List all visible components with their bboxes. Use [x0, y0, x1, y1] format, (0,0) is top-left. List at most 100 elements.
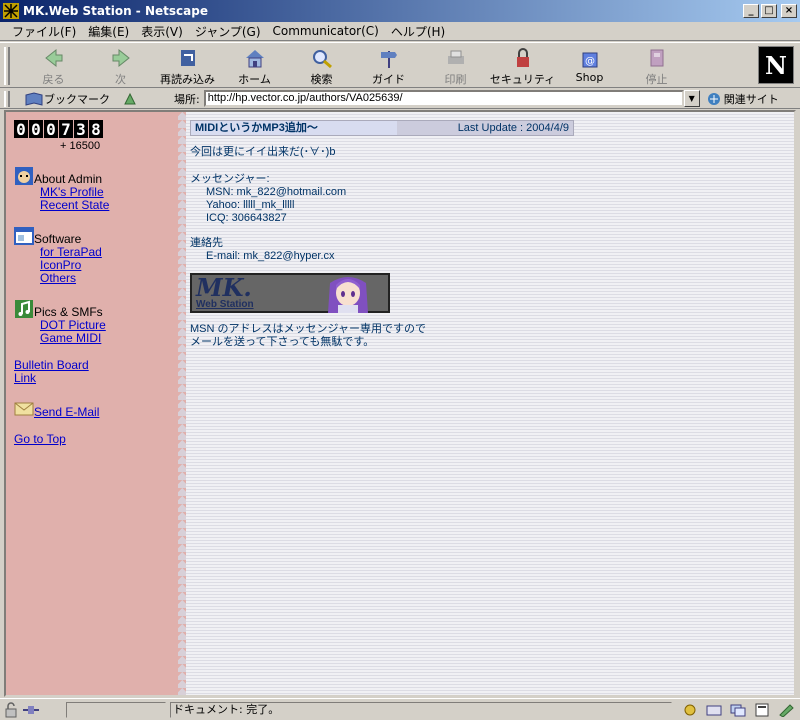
nav-section-title: About Admin: [34, 172, 103, 186]
guide-icon: [380, 51, 397, 68]
mail-icon[interactable]: [705, 703, 723, 717]
news-header: MIDIというかMP3追加～ Last Update : 2004/4/9: [190, 120, 574, 136]
email-address: E-mail: mk_822@hyper.cx: [206, 250, 335, 262]
security-button[interactable]: セキュリティ: [489, 43, 556, 87]
nav-section-title: Software: [34, 232, 82, 246]
anime-girl-image: [328, 277, 368, 313]
site-banner[interactable]: MK. Web Station: [190, 273, 390, 313]
location-bar: ブックマーク 場所: http://hp.vector.co.jp/author…: [0, 89, 800, 109]
location-label: 場所:: [174, 92, 200, 106]
url-dropdown-button[interactable]: ▼: [683, 90, 700, 107]
admin-face-icon: [15, 167, 33, 185]
banner-subtitle: Web Station: [196, 299, 254, 310]
search-label: 検索: [310, 73, 333, 86]
related-sites-button[interactable]: 関連サイト: [706, 91, 779, 107]
lock-icon: [516, 48, 529, 67]
nav-section-pics: Pics & SMFs DOT Picture Game MIDI: [14, 299, 172, 345]
progress-bar: [66, 701, 166, 718]
icq-number: ICQ: 306643827: [206, 212, 287, 224]
shop-bag-icon: @: [582, 52, 597, 68]
reload-icon: [180, 50, 195, 66]
related-sites-label: 関連サイト: [723, 92, 779, 106]
navigator-icon[interactable]: [681, 703, 699, 717]
close-button[interactable]: ×: [781, 4, 797, 18]
connection-status-icon[interactable]: [22, 702, 40, 718]
counter-digit: 7: [59, 120, 73, 139]
security-lock-status-icon[interactable]: [2, 701, 20, 718]
address-book-icon[interactable]: [753, 703, 771, 717]
menu-view[interactable]: 表示(V): [135, 23, 189, 40]
menu-edit[interactable]: 編集(E): [82, 23, 135, 40]
menu-help[interactable]: ヘルプ(H): [385, 23, 451, 40]
search-icon: [312, 50, 332, 69]
counter-digit: 3: [74, 120, 88, 139]
counter-digit: 8: [89, 120, 103, 139]
security-label: セキュリティ: [489, 73, 556, 86]
sidebar: 0 0 0 7 3 8 + 16500 About Admin MK's Pro…: [6, 112, 186, 695]
toolbar-grip[interactable]: [4, 47, 10, 85]
bookmark-button[interactable]: ブックマーク: [24, 91, 110, 107]
access-counter: 0 0 0 7 3 8: [14, 120, 172, 139]
stop-icon: [650, 49, 663, 67]
url-input[interactable]: http://hp.vector.co.jp/authors/VA025639/: [203, 90, 684, 107]
menu-bar: ファイル(F) 編集(E) 表示(V) ジャンプ(G) Communicator…: [0, 22, 800, 41]
news-body: 今回は更にイイ出来だ(･∀･)b: [190, 146, 336, 158]
svg-text:@: @: [585, 56, 595, 67]
search-button[interactable]: 検索: [288, 43, 355, 87]
stop-button[interactable]: 停止: [623, 43, 690, 87]
guide-button[interactable]: ガイド: [355, 43, 422, 87]
related-sites-icon: [707, 92, 720, 105]
status-text: ドキュメント: 完了。: [170, 701, 672, 718]
link-send-email[interactable]: Send E-Mail: [34, 406, 99, 419]
link-game-midi[interactable]: Game MIDI: [40, 332, 172, 345]
contact-label: 連絡先: [190, 237, 223, 249]
counter-digit: 0: [29, 120, 43, 139]
window-title: MK.Web Station - Netscape: [23, 4, 208, 18]
status-bar: ドキュメント: 完了。: [0, 698, 800, 720]
location-grip[interactable]: [4, 90, 10, 107]
counter-digit: 0: [14, 120, 28, 139]
bookmark-icon: [25, 91, 43, 106]
shop-label: Shop: [575, 71, 604, 84]
link-bulletin-board[interactable]: Bulletin Board: [14, 359, 172, 372]
print-label: 印刷: [444, 73, 467, 86]
messenger-label: メッセンジャー:: [190, 173, 270, 185]
main-content: MIDIというかMP3追加～ Last Update : 2004/4/9 今回…: [180, 112, 794, 695]
composer-icon[interactable]: [777, 703, 795, 717]
note-line-2: メールを送って下さっても無駄です。: [190, 336, 375, 348]
envelope-icon: [14, 402, 34, 416]
nav-section-mail: Send E-Mail: [14, 399, 172, 419]
reload-button[interactable]: 再読み込み: [154, 43, 221, 87]
note-line-1: MSN のアドレスはメッセンジャー専用ですので: [190, 323, 426, 335]
link-recent-state[interactable]: Recent State: [40, 199, 172, 212]
forward-arrow-icon: [112, 48, 130, 68]
counter-offset: + 16500: [60, 140, 101, 152]
forward-button[interactable]: 次: [87, 43, 154, 87]
minimize-button[interactable]: _: [743, 4, 759, 18]
newsgroup-icon[interactable]: [729, 703, 747, 717]
shop-button[interactable]: @ Shop: [556, 43, 623, 87]
menu-communicator[interactable]: Communicator(C): [267, 24, 385, 38]
music-note-icon: [15, 300, 33, 318]
link-link[interactable]: Link: [14, 372, 172, 385]
home-button[interactable]: ホーム: [221, 43, 288, 87]
link-go-to-top[interactable]: Go to Top: [14, 433, 172, 446]
page-viewport[interactable]: 0 0 0 7 3 8 + 16500 About Admin MK's Pro…: [4, 110, 796, 697]
last-update: Last Update : 2004/4/9: [397, 121, 573, 135]
menu-go[interactable]: ジャンプ(G): [189, 23, 267, 40]
nav-section-title: Pics & SMFs: [34, 305, 103, 319]
menu-file[interactable]: ファイル(F): [6, 23, 82, 40]
back-arrow-icon: [44, 48, 62, 68]
print-button[interactable]: 印刷: [422, 43, 489, 87]
back-label: 戻る: [42, 73, 65, 86]
back-button[interactable]: 戻る: [20, 43, 87, 87]
page-proxy-icon[interactable]: [122, 91, 138, 107]
guide-label: ガイド: [372, 73, 405, 86]
maximize-button[interactable]: □: [761, 4, 777, 18]
nav-section-top: Go to Top: [14, 433, 172, 446]
link-others[interactable]: Others: [40, 272, 172, 285]
netscape-logo[interactable]: N: [758, 46, 794, 84]
printer-icon: [447, 50, 464, 64]
reload-label: 再読み込み: [160, 73, 215, 86]
netscape-app-icon: [3, 3, 19, 19]
